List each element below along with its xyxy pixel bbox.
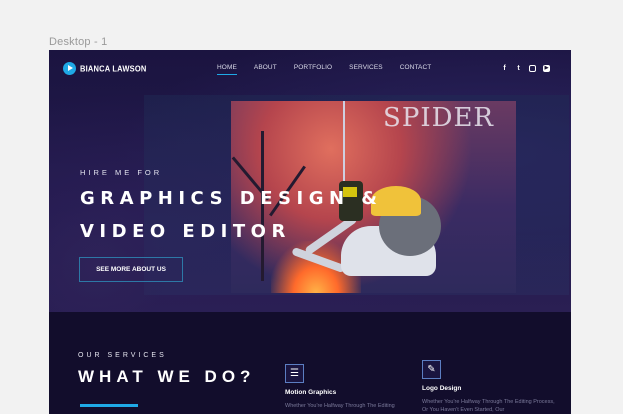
- art-character-leg: [291, 246, 346, 274]
- services-kicker: OUR SERVICES: [78, 352, 167, 359]
- service-name: Logo Design: [422, 385, 462, 392]
- twitter-icon[interactable]: t: [515, 65, 522, 72]
- hero-kicker: HIRE ME FOR: [80, 168, 163, 177]
- nav-item-about[interactable]: ABOUT: [254, 64, 277, 71]
- top-navigation: BIANCA LAWSON HOME ABOUT PORTFOLIO SERVI…: [49, 50, 571, 86]
- services-title-underline: [80, 404, 138, 407]
- brand-logo[interactable]: BIANCA LAWSON: [63, 62, 147, 75]
- nav-item-services[interactable]: SERVICES: [349, 64, 383, 71]
- brand-name: BIANCA LAWSON: [80, 63, 147, 74]
- service-description: Whether You're Halfway Through The Editi…: [422, 399, 555, 413]
- service-card-motion-graphics[interactable]: ☰ Motion Graphics Whether You're Halfway…: [285, 364, 425, 410]
- service-name: Motion Graphics: [285, 389, 337, 396]
- services-title: WHAT WE DO?: [78, 367, 256, 386]
- pencil-icon: ✎: [422, 360, 441, 379]
- sliders-icon: ☰: [285, 364, 304, 383]
- facebook-icon[interactable]: f: [501, 65, 508, 72]
- services-section: OUR SERVICES WHAT WE DO? ☰ Motion Graphi…: [49, 312, 571, 414]
- hero-headline-line1: GRAPHICS DESIGN &: [80, 188, 383, 209]
- nav-item-portfolio[interactable]: PORTFOLIO: [294, 64, 332, 71]
- desktop-frame: SPIDER BIANCA LAWSON HOME ABOUT PORTFOLI…: [49, 50, 571, 414]
- play-logo-icon: [63, 62, 76, 75]
- social-links: f t ▶: [501, 65, 550, 72]
- hero-silhouette: [49, 200, 169, 312]
- art-title-text: SPIDER: [383, 103, 494, 133]
- see-more-button[interactable]: SEE MORE ABOUT US: [79, 257, 183, 282]
- instagram-icon[interactable]: [529, 65, 536, 72]
- hero-section: SPIDER BIANCA LAWSON HOME ABOUT PORTFOLI…: [49, 50, 571, 312]
- nav-item-contact[interactable]: CONTACT: [400, 64, 432, 71]
- main-menu: HOME ABOUT PORTFOLIO SERVICES CONTACT: [217, 64, 432, 75]
- nav-item-home[interactable]: HOME: [217, 64, 237, 75]
- service-card-logo-design[interactable]: ✎ Logo Design Whether You're Halfway Thr…: [422, 360, 562, 414]
- service-description: Whether You're Halfway Through The Editi…: [285, 403, 395, 409]
- hero-headline-line2: VIDEO EDITOR: [80, 221, 291, 242]
- artboard-label: Desktop - 1: [49, 36, 108, 48]
- youtube-icon[interactable]: ▶: [543, 65, 550, 72]
